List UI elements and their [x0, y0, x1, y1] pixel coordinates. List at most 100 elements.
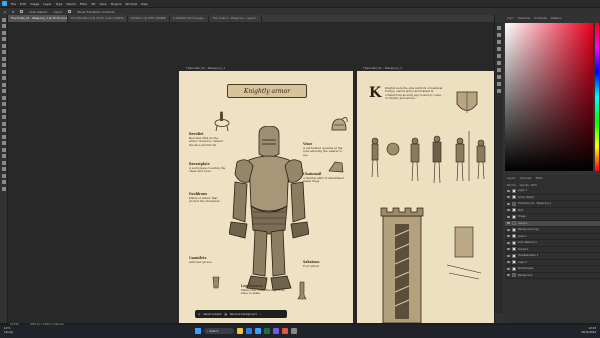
remove-background-icon[interactable]: ▨ [225, 313, 227, 316]
blur-tool-icon[interactable] [1, 108, 6, 113]
app-icon-red[interactable] [282, 328, 288, 334]
quick-select-tool-icon[interactable] [1, 43, 6, 48]
artboard-label-left[interactable]: TheCodex_01 - Weaponry_1 [186, 66, 225, 70]
adjustments-panel-icon[interactable] [497, 40, 501, 44]
windows-start-icon[interactable] [195, 328, 201, 334]
more-tools-tool-icon[interactable] [1, 160, 6, 165]
info-panel-icon[interactable] [497, 82, 501, 86]
home-icon[interactable]: ⌂ [4, 10, 6, 14]
artboard-label-right[interactable]: TheCodex_01 - Weaponry_1 [363, 66, 402, 70]
properties-panel-icon[interactable] [497, 33, 501, 37]
dodge-tool-icon[interactable] [1, 115, 6, 119]
path-select-tool-icon[interactable] [1, 134, 6, 139]
menu-filter[interactable]: Filter [80, 2, 87, 6]
document-tab[interactable]: The Ultimate Lit @ 33.6% (Color, RGB/8) [68, 15, 128, 22]
menu-select[interactable]: Select [67, 2, 76, 6]
auto-select-checkbox[interactable] [20, 10, 24, 13]
panel-tab-channels[interactable]: Channels [520, 177, 532, 180]
panel-tab-color[interactable]: Color [507, 17, 514, 20]
visibility-eye-icon[interactable] [507, 261, 510, 264]
left-page[interactable]: Knightly armor Bevoliet Bevolied with it… [179, 71, 353, 323]
screen-mode-tool-icon[interactable] [1, 186, 6, 191]
photoshop-logo-icon[interactable] [2, 1, 7, 6]
hue-slider[interactable] [595, 23, 599, 171]
auto-select-dropdown[interactable]: Layer [54, 10, 62, 14]
panel-tab-swatches[interactable]: Swatches [518, 17, 530, 20]
paragraph-panel-icon[interactable] [497, 61, 501, 65]
document-tab[interactable]: A detailed 3D full page… [170, 15, 210, 22]
app-icon-gray[interactable] [291, 328, 297, 334]
blend-mode-dropdown[interactable]: Normal [507, 184, 516, 187]
character-panel-icon[interactable] [497, 54, 501, 58]
quick-mask-tool-icon[interactable] [1, 180, 6, 184]
visibility-eye-icon[interactable] [507, 235, 510, 238]
right-page[interactable]: K Knights were the elite warriors of med… [357, 71, 494, 323]
panel-tab-paths[interactable]: Paths [536, 177, 543, 180]
menu-image[interactable]: Image [30, 2, 39, 6]
move-tool-icon[interactable] [1, 17, 6, 22]
actions-panel-icon[interactable] [497, 75, 501, 79]
visibility-eye-icon[interactable] [507, 202, 510, 205]
opacity-field[interactable]: Opacity: 100% [520, 184, 537, 187]
visibility-eye-icon[interactable] [507, 274, 510, 277]
color-picker-field[interactable] [505, 23, 593, 171]
visibility-eye-icon[interactable] [507, 254, 510, 257]
visibility-eye-icon[interactable] [507, 228, 510, 231]
select-subject-button[interactable]: Select subject [203, 313, 221, 316]
menu-file[interactable]: File [11, 2, 16, 6]
visibility-eye-icon[interactable] [507, 209, 510, 212]
rectangle-tool-icon[interactable] [1, 141, 6, 145]
photoshop-taskbar-icon[interactable] [255, 328, 261, 334]
menu-edit[interactable]: Edit [20, 2, 26, 6]
panel-tab-layers[interactable]: Layers [507, 177, 516, 180]
healing-tool-icon[interactable] [1, 69, 6, 74]
artboard-tool-icon[interactable] [1, 24, 6, 28]
system-clock[interactable]: 12:43 30/11/2024 [560, 327, 596, 334]
visibility-eye-icon[interactable] [507, 222, 510, 225]
more-options-icon[interactable]: ⋯ [260, 313, 263, 316]
visibility-eye-icon[interactable] [507, 196, 510, 199]
panel-tab-patterns[interactable]: Patterns [551, 17, 562, 20]
clone-stamp-tool-icon[interactable] [1, 82, 6, 87]
background-color-tool-icon[interactable] [1, 173, 6, 178]
select-subject-icon[interactable]: ◎ [198, 313, 200, 316]
menu-view[interactable]: View [99, 2, 106, 6]
brush-tool-icon[interactable] [1, 76, 6, 80]
frame-tool-icon[interactable] [1, 56, 6, 61]
show-transform-checkbox[interactable] [68, 10, 72, 13]
remove-background-button[interactable]: Remove background [230, 313, 257, 316]
taskbar-search[interactable]: ⌕ Search [204, 328, 234, 334]
visibility-eye-icon[interactable] [507, 215, 510, 218]
lasso-tool-icon[interactable] [1, 37, 6, 41]
weather-widget[interactable]: 14°C Cloudy [4, 327, 13, 334]
libraries-panel-icon[interactable] [497, 47, 501, 51]
menu-help[interactable]: Help [141, 2, 148, 6]
document-tab[interactable]: The Codex_01 - Weaponry_1 @ 33.3% (Color… [8, 15, 68, 22]
layer-row[interactable]: Background [505, 273, 600, 279]
visibility-eye-icon[interactable] [507, 248, 510, 251]
navigator-panel-icon[interactable] [497, 89, 501, 93]
crop-tool-icon[interactable] [1, 50, 6, 54]
eraser-tool-icon[interactable] [1, 95, 6, 100]
visibility-eye-icon[interactable] [507, 267, 510, 270]
foreground-color-tool-icon[interactable] [1, 167, 6, 171]
type-tool-icon[interactable] [1, 128, 6, 132]
menu-window[interactable]: Window [125, 2, 137, 6]
visibility-eye-icon[interactable] [507, 189, 510, 192]
marquee-tool-icon[interactable] [1, 30, 6, 35]
hand-tool-icon[interactable] [1, 147, 6, 152]
visibility-eye-icon[interactable] [507, 241, 510, 244]
edge-icon[interactable] [246, 328, 252, 334]
panel-tab-gradients[interactable]: Gradients [534, 17, 547, 20]
move-tool-icon[interactable]: ✥ [12, 10, 15, 14]
document-tab[interactable]: Untitled-1 @ 100% (RGB/8) [128, 15, 171, 22]
brushes-panel-icon[interactable] [497, 68, 501, 72]
history-panel-icon[interactable] [497, 26, 501, 30]
app-icon-purple[interactable] [273, 328, 279, 334]
menu-plugins[interactable]: Plugins [111, 2, 122, 6]
pen-tool-icon[interactable] [1, 121, 6, 126]
eyedropper-tool-icon[interactable] [1, 63, 6, 67]
menu-3d[interactable]: 3D [91, 2, 95, 6]
gradient-tool-icon[interactable] [1, 102, 6, 106]
menu-type[interactable]: Type [56, 2, 63, 6]
